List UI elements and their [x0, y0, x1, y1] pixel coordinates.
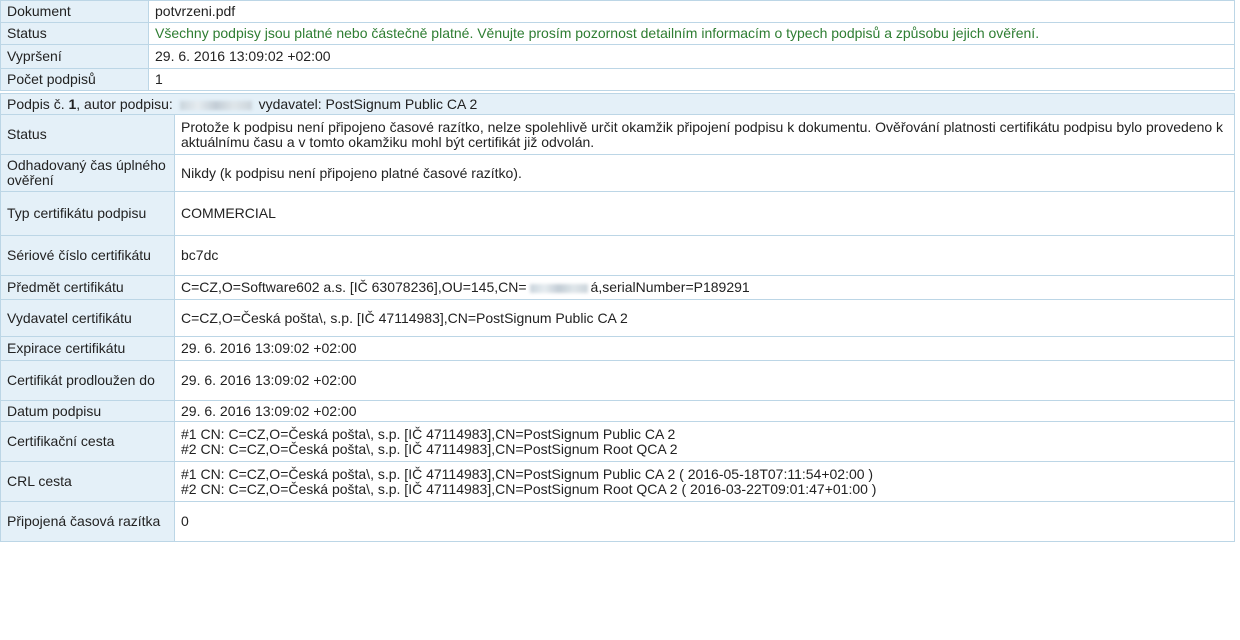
serial-value: bc7dc [174, 235, 1235, 276]
serial-label: Sériové číslo certifikátu [0, 235, 175, 276]
status-value: Všechny podpisy jsou platné nebo částečn… [148, 22, 1235, 45]
crl-path-label: CRL cesta [0, 461, 175, 502]
crl-path-value: #1 CN: C=CZ,O=Česká pošta\, s.p. [IČ 471… [174, 461, 1235, 502]
document-label: Dokument [0, 0, 149, 23]
cert-path-entry: #2 CN: C=CZ,O=Česká pošta\, s.p. [IČ 471… [181, 440, 678, 457]
estimated-time-label: Odhadovaný čas úplného ověření [0, 154, 175, 192]
expiry-value: 29. 6. 2016 13:09:02 +02:00 [148, 44, 1235, 69]
cert-expiry-row: Expirace certifikátu 29. 6. 2016 13:09:0… [0, 336, 1235, 361]
extended-label: Certifikát prodloužen do [0, 360, 175, 401]
signature-detail-table: Podpis č. 1, autor podpisu: vydavatel: P… [0, 93, 1235, 542]
estimated-time-row: Odhadovaný čas úplného ověření Nikdy (k … [0, 154, 1235, 192]
extended-row: Certifikát prodloužen do 29. 6. 2016 13:… [0, 360, 1235, 401]
crl-path-row: CRL cesta #1 CN: C=CZ,O=Česká pošta\, s.… [0, 461, 1235, 502]
status-label: Status [0, 22, 149, 45]
subject-label: Předmět certifikátu [0, 275, 175, 300]
sig-status-row: Status Protože k podpisu není připojeno … [0, 114, 1235, 155]
subject-value-suffix: á,serialNumber=P189291 [590, 279, 750, 295]
cert-type-label: Typ certifikátu podpisu [0, 191, 175, 236]
cert-path-value: #1 CN: C=CZ,O=Česká pošta\, s.p. [IČ 471… [174, 421, 1235, 462]
issuer-row: Vydavatel certifikátu C=CZ,O=Česká pošta… [0, 299, 1235, 337]
expiry-row: Vypršení 29. 6. 2016 13:09:02 +02:00 [0, 44, 1235, 69]
serial-row: Sériové číslo certifikátu bc7dc [0, 235, 1235, 276]
cert-type-row: Typ certifikátu podpisu COMMERCIAL [0, 191, 1235, 236]
cert-type-value: COMMERCIAL [174, 191, 1235, 236]
sign-date-label: Datum podpisu [0, 400, 175, 422]
subject-value: C=CZ,O=Software602 a.s. [IČ 63078236],OU… [174, 275, 1235, 300]
redacted-subject-name [529, 284, 588, 293]
crl-path-entry: #1 CN: C=CZ,O=Česká pošta\, s.p. [IČ 471… [181, 465, 874, 482]
signature-header: Podpis č. 1, autor podpisu: vydavatel: P… [0, 93, 1235, 115]
author-label: , autor podpisu: [76, 95, 173, 112]
cert-path-row: Certifikační cesta #1 CN: C=CZ,O=Česká p… [0, 421, 1235, 462]
expiry-label: Vypršení [0, 44, 149, 69]
timestamps-label: Připojená časová razítka [0, 501, 175, 542]
cert-expiry-label: Expirace certifikátu [0, 336, 175, 361]
cert-path-entry: #1 CN: C=CZ,O=Česká pošta\, s.p. [IČ 471… [181, 425, 676, 442]
issuer-row-value: C=CZ,O=Česká pošta\, s.p. [IČ 47114983],… [174, 299, 1235, 337]
signature-header-prefix: Podpis č. [7, 95, 65, 112]
subject-value-prefix: C=CZ,O=Software602 a.s. [IČ 63078236],OU… [181, 279, 527, 295]
subject-row: Předmět certifikátu C=CZ,O=Software602 a… [0, 275, 1235, 300]
signature-count-label: Počet podpisů [0, 68, 149, 91]
signature-header-row: Podpis č. 1, autor podpisu: vydavatel: P… [0, 93, 1235, 115]
extended-value: 29. 6. 2016 13:09:02 +02:00 [174, 360, 1235, 401]
cert-path-label: Certifikační cesta [0, 421, 175, 462]
verification-report: Dokument potvrzeni.pdf Status Všechny po… [0, 0, 1235, 542]
cert-expiry-value: 29. 6. 2016 13:09:02 +02:00 [174, 336, 1235, 361]
sign-date-value: 29. 6. 2016 13:09:02 +02:00 [174, 400, 1235, 422]
sig-status-label: Status [0, 114, 175, 155]
signature-count-row: Počet podpisů 1 [0, 68, 1235, 91]
document-value: potvrzeni.pdf [148, 0, 1235, 23]
redacted-author-name [179, 100, 252, 110]
issuer-label: vydavatel: PostSignum Public CA 2 [258, 95, 478, 112]
estimated-time-value: Nikdy (k podpisu není připojeno platné č… [174, 154, 1235, 192]
sig-status-value: Protože k podpisu není připojeno časové … [174, 114, 1235, 155]
timestamps-row: Připojená časová razítka 0 [0, 501, 1235, 542]
signature-count-value: 1 [148, 68, 1235, 91]
document-row: Dokument potvrzeni.pdf [0, 0, 1235, 23]
crl-path-entry: #2 CN: C=CZ,O=Česká pošta\, s.p. [IČ 471… [181, 480, 877, 497]
timestamps-value: 0 [174, 501, 1235, 542]
issuer-row-label: Vydavatel certifikátu [0, 299, 175, 337]
status-row: Status Všechny podpisy jsou platné nebo … [0, 22, 1235, 45]
sign-date-row: Datum podpisu 29. 6. 2016 13:09:02 +02:0… [0, 400, 1235, 422]
document-summary-table: Dokument potvrzeni.pdf Status Všechny po… [0, 0, 1235, 91]
